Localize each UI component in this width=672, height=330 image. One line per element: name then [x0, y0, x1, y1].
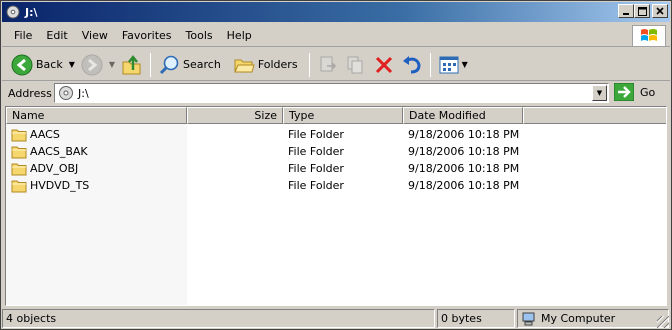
folder-icon	[11, 163, 27, 175]
search-label: Search	[183, 58, 221, 71]
up-folder-button[interactable]	[118, 51, 146, 79]
maximize-icon	[637, 6, 647, 16]
folders-icon	[234, 59, 255, 72]
back-dropdown-icon[interactable]: ▼	[69, 60, 75, 69]
toolbar-separator	[429, 52, 431, 77]
toolbar-separator	[150, 52, 152, 77]
list-item[interactable]: AACS File Folder 9/18/2006 10:18 PM	[6, 126, 666, 143]
file-list-view[interactable]: Name Size Type Date Modified AACS File F…	[5, 106, 667, 306]
undo-button[interactable]	[398, 51, 426, 79]
window-title: J:\	[25, 5, 38, 19]
back-button[interactable]: Back ▼	[8, 51, 78, 79]
toolbar-separator	[308, 52, 310, 77]
status-size: 0 bytes	[437, 309, 515, 328]
status-bar: 4 objects 0 bytes My Computer	[2, 308, 670, 329]
folder-up-icon	[122, 54, 141, 74]
forward-button[interactable]: ▼	[78, 51, 118, 79]
item-name: ADV_OBJ	[30, 162, 79, 175]
list-item[interactable]: AACS_BAK File Folder 9/18/2006 10:18 PM	[6, 143, 666, 160]
status-zone: My Computer	[517, 309, 669, 328]
resize-grip[interactable]	[657, 316, 669, 328]
folder-icon	[11, 129, 27, 141]
column-header-type[interactable]: Type	[283, 107, 403, 124]
copy-to-button[interactable]	[342, 51, 370, 79]
copy-to-icon	[347, 56, 363, 73]
item-date-modified: 9/18/2006 10:18 PM	[408, 162, 520, 175]
forward-dropdown-icon[interactable]: ▼	[109, 60, 115, 69]
close-button[interactable]	[652, 4, 668, 18]
menu-view[interactable]: View	[75, 29, 115, 42]
folders-label: Folders	[257, 58, 298, 71]
go-button[interactable]: Go	[614, 83, 655, 101]
windows-logo-icon	[632, 25, 666, 47]
minimize-icon	[623, 13, 629, 15]
drive-icon	[59, 86, 73, 100]
item-type: File Folder	[288, 162, 344, 175]
menu-tools[interactable]: Tools	[179, 29, 220, 42]
move-to-button[interactable]	[314, 51, 342, 79]
item-type: File Folder	[288, 128, 344, 141]
undo-icon	[402, 55, 421, 73]
status-zone-label: My Computer	[541, 312, 616, 325]
search-icon	[159, 55, 179, 74]
standard-toolbar: Back ▼ ▼ Search Folders ▼	[2, 49, 670, 81]
item-name: HVDVD_TS	[30, 179, 90, 192]
address-label: Address	[8, 86, 52, 100]
menu-file[interactable]: File	[2, 29, 39, 42]
item-type: File Folder	[288, 179, 344, 192]
chevron-down-icon: ▼	[596, 89, 603, 97]
close-icon	[656, 7, 664, 15]
list-item[interactable]: ADV_OBJ File Folder 9/18/2006 10:18 PM	[6, 160, 666, 177]
list-item[interactable]: HVDVD_TS File Folder 9/18/2006 10:18 PM	[6, 177, 666, 194]
views-button[interactable]: ▼	[435, 51, 471, 79]
item-date-modified: 9/18/2006 10:18 PM	[408, 145, 520, 158]
menu-help[interactable]: Help	[220, 29, 259, 42]
item-date-modified: 9/18/2006 10:18 PM	[408, 179, 520, 192]
address-bar: Address J:\ ▼ Go	[2, 82, 670, 104]
list-rows: AACS File Folder 9/18/2006 10:18 PM AACS…	[6, 126, 666, 194]
menu-favorites[interactable]: Favorites	[115, 29, 179, 42]
maximize-button[interactable]	[634, 4, 650, 18]
back-arrow-icon	[11, 54, 33, 75]
back-label: Back	[36, 58, 63, 71]
column-header-filler	[523, 107, 666, 124]
folders-button[interactable]: Folders	[230, 51, 301, 79]
column-header-name[interactable]: Name	[6, 107, 187, 124]
address-input[interactable]: J:\ ▼	[54, 83, 609, 103]
delete-icon	[375, 56, 392, 73]
go-label: Go	[640, 85, 656, 99]
search-button[interactable]: Search	[155, 51, 224, 79]
item-type: File Folder	[288, 145, 344, 158]
address-value: J:\	[78, 86, 89, 100]
item-name: AACS	[30, 128, 60, 141]
drive-icon	[5, 4, 21, 20]
menu-edit[interactable]: Edit	[39, 29, 74, 42]
menu-bar: File Edit View Favorites Tools Help	[2, 25, 670, 47]
explorer-window: J:\ File Edit View Favorites Tools Help	[0, 0, 672, 330]
move-to-icon	[320, 56, 336, 71]
folder-icon	[11, 180, 27, 192]
my-computer-icon	[522, 312, 535, 325]
views-icon	[439, 56, 459, 73]
forward-arrow-icon	[81, 54, 103, 75]
address-dropdown-button[interactable]: ▼	[592, 85, 607, 101]
go-arrow-icon	[614, 83, 634, 101]
views-dropdown-icon[interactable]: ▼	[462, 60, 468, 69]
minimize-button[interactable]	[618, 4, 634, 18]
folder-icon	[11, 146, 27, 158]
delete-button[interactable]	[370, 51, 398, 79]
column-header-date-modified[interactable]: Date Modified	[403, 107, 523, 124]
item-name: AACS_BAK	[30, 145, 88, 158]
item-date-modified: 9/18/2006 10:18 PM	[408, 128, 520, 141]
title-bar[interactable]: J:\	[2, 2, 670, 22]
column-header-size[interactable]: Size	[187, 107, 283, 124]
list-header: Name Size Type Date Modified	[6, 107, 666, 124]
status-object-count: 4 objects	[2, 309, 435, 328]
